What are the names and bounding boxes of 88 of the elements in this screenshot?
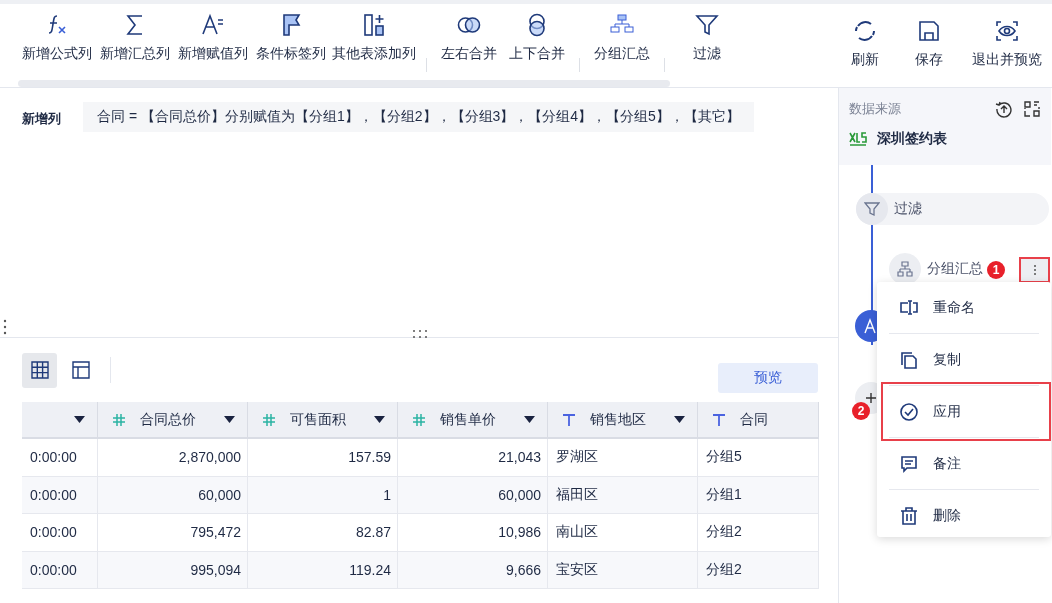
table-cell: 宝安区 (548, 551, 698, 589)
menu-item[interactable]: 应用 (889, 386, 1039, 437)
copy-icon (899, 349, 919, 370)
number-type-icon (412, 412, 426, 427)
table-cell: 60,000 (98, 476, 248, 514)
table-cell: 21,043 (398, 439, 548, 476)
table-cell: 分组1 (698, 476, 819, 514)
toolbar-button[interactable]: 刷新 (842, 18, 888, 69)
layout-icon (71, 361, 90, 379)
formula-label: 新增列 (22, 110, 61, 128)
grid-icon (30, 361, 49, 379)
dropdown-caret-icon[interactable] (224, 416, 235, 423)
annotation-badge: 2 (852, 402, 870, 420)
swap-icon[interactable] (1023, 100, 1041, 118)
resize-handle-icon[interactable] (411, 329, 429, 339)
dropdown-caret-icon[interactable] (674, 416, 685, 423)
table-cell: 10,986 (398, 514, 548, 551)
filter-icon (694, 12, 720, 38)
toolbar-button[interactable]: 分组汇总 (588, 12, 656, 63)
preview-button[interactable]: 预览 (718, 363, 818, 393)
table-cell: 0:00:00 (22, 476, 98, 514)
menu-item[interactable]: 备注 (889, 438, 1039, 489)
formula-field[interactable]: 合同 = 【合同总价】分别赋值为【分组1】，【分组2】，【分组3】，【分组4】，【分组5】，【其它】 (83, 102, 754, 132)
hierarchy-icon (897, 261, 913, 277)
toolbar-button[interactable]: 新增公式列 (18, 12, 96, 63)
table-name: 深圳签约表 (877, 130, 947, 148)
column-header[interactable]: 销售地区 (548, 402, 698, 437)
history-icon[interactable] (995, 100, 1013, 118)
toolbar-button[interactable]: 其他表添加列 (330, 12, 418, 63)
save-icon (916, 18, 942, 44)
resize-handle-icon[interactable] (3, 318, 7, 336)
table-cell: 分组5 (698, 439, 819, 476)
table-cell: 分组2 (698, 551, 819, 589)
dropdown-caret-icon[interactable] (524, 416, 535, 423)
table-cell: 南山区 (548, 514, 698, 551)
toolbar-button[interactable]: 过滤 (673, 12, 741, 63)
more-icon (1032, 264, 1037, 276)
refresh-icon (852, 18, 878, 44)
table-cell: 1 (248, 476, 398, 514)
table-cell: 795,472 (98, 514, 248, 551)
toolbar-button[interactable]: 退出并预览 (970, 18, 1044, 69)
comment-icon (899, 453, 919, 474)
column-header[interactable]: 销售单价 (398, 402, 548, 437)
table-cell: 0:00:00 (22, 439, 98, 476)
plus-icon (865, 392, 877, 404)
table-cell: 995,094 (98, 551, 248, 589)
table-cell: 82.87 (248, 514, 398, 551)
check-icon (899, 401, 919, 422)
column-header[interactable]: 合同总价 (98, 402, 248, 437)
annotation-badge: 1 (987, 261, 1005, 279)
trash-icon (899, 505, 919, 526)
text-type-icon (712, 412, 726, 427)
table-cell: 9,666 (398, 551, 548, 589)
filter-icon (864, 201, 880, 217)
filter-node[interactable]: 过滤 (856, 193, 1049, 225)
menu-item[interactable]: 重命名 (889, 282, 1039, 333)
table-cell: 福田区 (548, 476, 698, 514)
table-cell: 157.59 (248, 439, 398, 476)
view-toggle-button[interactable] (22, 352, 57, 388)
table-cell: 0:00:00 (22, 551, 98, 589)
table-cell: 2,870,000 (98, 439, 248, 476)
table-cell: 0:00:00 (22, 514, 98, 551)
table-cell: 罗湖区 (548, 439, 698, 476)
column-header[interactable]: 可售面积 (248, 402, 398, 437)
toolbar-button[interactable]: 左右合并 (435, 12, 503, 63)
add-column-icon (361, 12, 387, 38)
toolbar-button[interactable]: 上下合并 (503, 12, 571, 63)
number-type-icon (112, 412, 126, 427)
rename-icon (899, 297, 919, 318)
toolbar-button[interactable]: 保存 (906, 18, 952, 69)
spreadsheet-icon (849, 131, 867, 147)
text-type-icon (562, 412, 576, 427)
table-cell: 分组2 (698, 514, 819, 551)
dropdown-caret-icon[interactable] (74, 416, 85, 423)
table-cell: 119.24 (248, 551, 398, 589)
menu-item[interactable]: 删除 (889, 490, 1039, 541)
toolbar-button[interactable]: 条件标签列 (252, 12, 330, 63)
more-button[interactable] (1019, 257, 1050, 283)
section-title: 数据来源 (849, 100, 902, 118)
menu-item[interactable]: 复制 (889, 334, 1039, 385)
column-header[interactable]: 合同 (698, 402, 819, 437)
table-cell: 60,000 (398, 476, 548, 514)
toolbar-button[interactable]: 新增赋值列 (174, 12, 252, 63)
toolbar-button[interactable]: 新增汇总列 (96, 12, 174, 63)
number-type-icon (262, 412, 276, 427)
scrollbar[interactable] (18, 80, 670, 87)
eye-icon (994, 18, 1020, 44)
dropdown-caret-icon[interactable] (374, 416, 385, 423)
